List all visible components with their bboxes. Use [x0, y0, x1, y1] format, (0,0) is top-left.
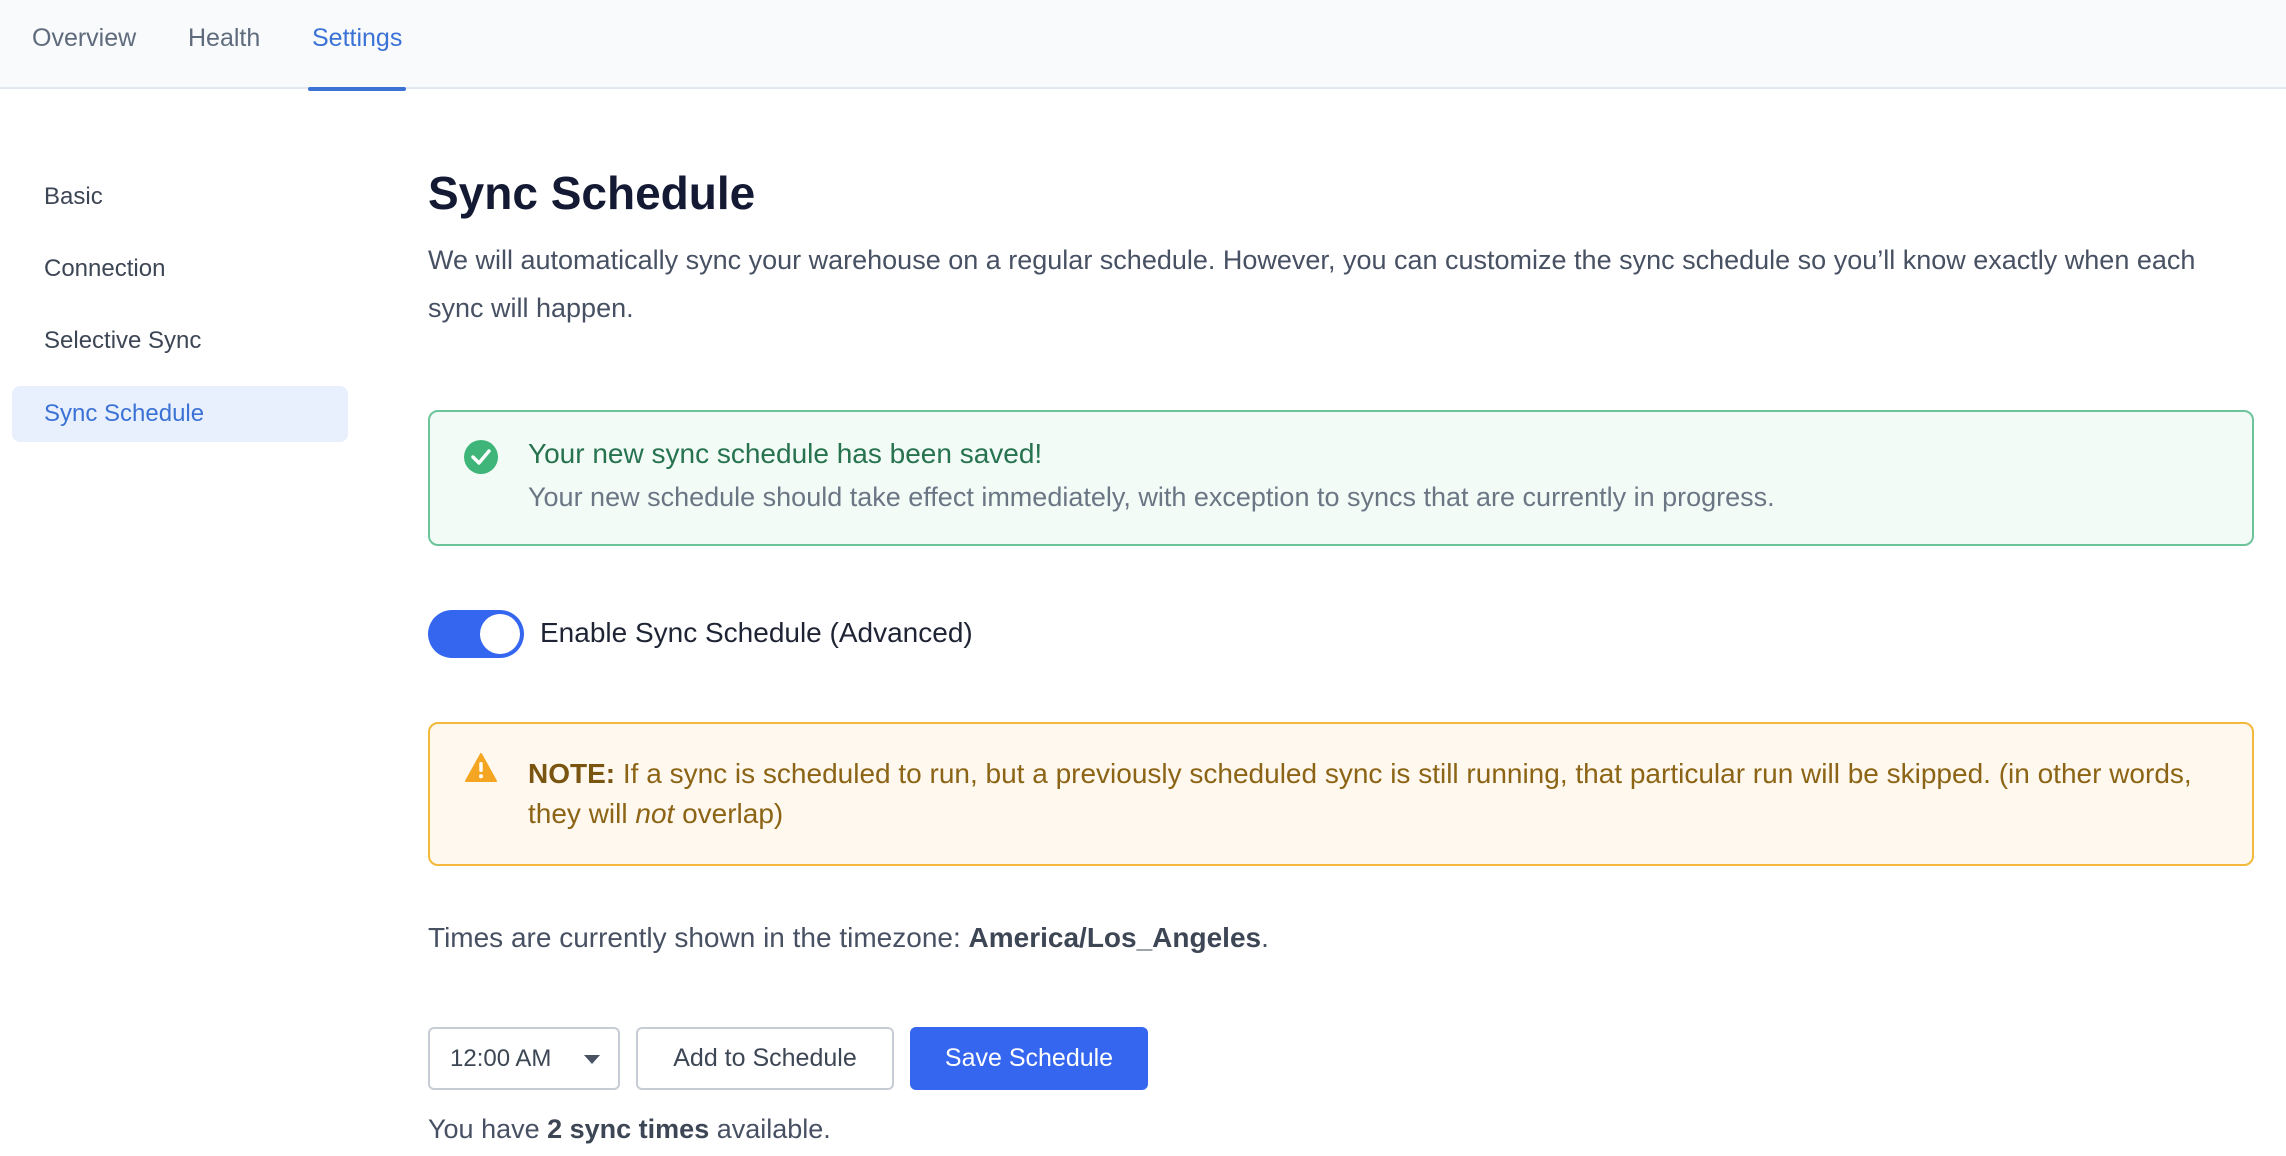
sync-times-count: 2 sync times — [547, 1114, 710, 1144]
timezone-text: Times are currently shown in the timezon… — [428, 922, 1269, 954]
page-description: We will automatically sync your warehous… — [428, 245, 2196, 323]
footnote-suffix: available. — [709, 1114, 831, 1144]
sidebar-item-basic[interactable]: Basic — [12, 169, 348, 225]
chevron-down-icon — [584, 1055, 600, 1064]
timezone-prefix: Times are currently shown in the timezon… — [428, 922, 969, 953]
timezone-value: America/Los_Angeles — [968, 922, 1262, 953]
sync-times-available: You have 2 sync times available. — [428, 1114, 831, 1145]
sidebar-item-selective-sync[interactable]: Selective Sync — [12, 313, 348, 369]
warning-alert-text: NOTE: If a sync is scheduled to run, but… — [528, 754, 2208, 834]
time-select-value: 12:00 AM — [450, 1045, 552, 1072]
note-prefix: NOTE: — [528, 758, 616, 789]
tab-settings[interactable]: Settings — [307, 0, 407, 91]
save-schedule-button[interactable]: Save Schedule — [910, 1027, 1148, 1090]
sidebar-item-sync-schedule[interactable]: Sync Schedule — [12, 386, 348, 442]
warning-alert: NOTE: If a sync is scheduled to run, but… — [428, 722, 2254, 866]
warning-icon — [465, 753, 497, 782]
success-alert-body: Your new schedule should take effect imm… — [528, 482, 1775, 512]
page-title: Sync Schedule — [428, 167, 756, 219]
sidebar-item-connection[interactable]: Connection — [12, 241, 348, 297]
warning-emphasis: not — [635, 798, 675, 829]
add-to-schedule-button[interactable]: Add to Schedule — [636, 1027, 894, 1090]
success-alert-title: Your new sync schedule has been saved! — [528, 438, 1043, 469]
enable-sync-schedule-label[interactable]: Enable Sync Schedule (Advanced) — [540, 617, 973, 649]
tab-overview[interactable]: Overview — [32, 0, 136, 89]
success-alert: Your new sync schedule has been saved! Y… — [428, 410, 2254, 546]
check-circle-icon — [464, 440, 498, 474]
enable-sync-schedule-toggle[interactable] — [428, 610, 524, 658]
time-select[interactable]: 12:00 AM — [428, 1027, 620, 1090]
top-nav: Overview Health Settings — [0, 0, 2286, 91]
toggle-knob — [480, 614, 520, 654]
footnote-prefix: You have — [428, 1114, 548, 1144]
warning-text-after: overlap) — [674, 798, 784, 829]
timezone-suffix: . — [1261, 922, 1269, 953]
tab-health[interactable]: Health — [188, 0, 260, 89]
